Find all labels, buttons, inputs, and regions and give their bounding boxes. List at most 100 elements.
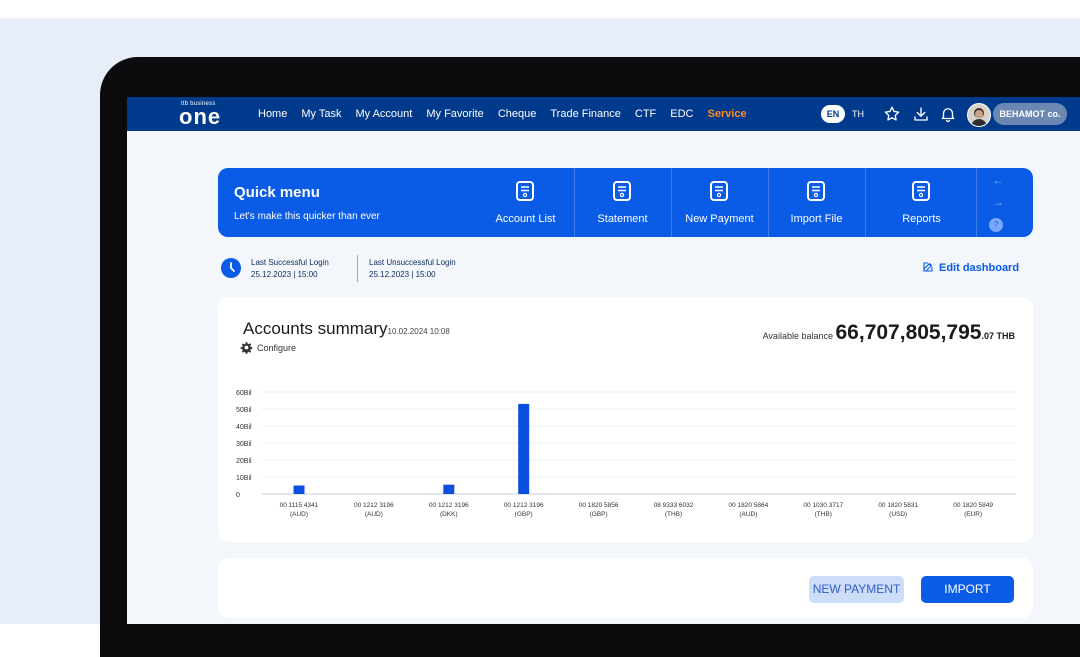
star-icon[interactable] <box>883 105 901 123</box>
app-screen: ttb business one Home My Task My Account… <box>127 97 1080 624</box>
document-icon <box>613 181 631 201</box>
menu-item-edc[interactable]: EDC <box>670 108 693 120</box>
divider <box>865 168 866 237</box>
clock-icon <box>221 258 241 278</box>
x-tick-label: (THB) <box>815 511 832 518</box>
available-balance-label: Available balance <box>762 331 833 341</box>
x-tick-label: (AUD) <box>739 511 757 518</box>
menu-item-my-favorite[interactable]: My Favorite <box>426 108 483 120</box>
gear-icon <box>240 342 253 354</box>
last-successful-login: Last Successful Login 25.12.2023 | 15:00 <box>251 257 329 281</box>
quick-item-reports[interactable]: Reports <box>873 168 970 237</box>
avatar-photo-icon <box>971 108 987 126</box>
x-tick-label: 08 9333 6032 <box>654 502 694 509</box>
y-tick-label: 30Bil <box>236 441 252 448</box>
y-tick-label: 10Bil <box>236 475 252 482</box>
user-avatar[interactable] <box>967 103 991 127</box>
x-tick-label: (USD) <box>889 511 907 518</box>
quick-item-label: Statement <box>597 213 648 225</box>
x-tick-label: 00 1212 3196 <box>504 502 544 509</box>
arrow-left-icon[interactable]: ← <box>992 173 1004 187</box>
x-tick-label: (EUR) <box>964 511 982 518</box>
action-card: NEW PAYMENT IMPORT <box>218 558 1033 618</box>
quick-menu-title: Quick menu <box>234 184 320 201</box>
document-icon <box>516 181 534 201</box>
x-tick-label: 00 1820 5856 <box>579 502 619 509</box>
import-button[interactable]: IMPORT <box>921 576 1014 603</box>
user-name-button[interactable]: BEHAMOT co. <box>993 103 1067 125</box>
y-tick-label: 40Bil <box>236 424 252 431</box>
chart-bar <box>518 403 530 494</box>
language-en-toggle[interactable]: EN <box>821 105 845 123</box>
x-tick-label: (DKK) <box>440 511 458 518</box>
x-tick-label: (GBP) <box>590 511 608 518</box>
edit-dashboard-link[interactable]: Edit dashboard <box>922 261 1019 274</box>
quick-item-account-list[interactable]: Account List <box>477 168 574 237</box>
login-label: Last Successful Login <box>251 258 329 267</box>
login-time: 25.12.2023 | 15:00 <box>251 270 318 279</box>
summary-title: Accounts summary <box>243 319 388 338</box>
summary-title-row: Accounts summary10.02.2024 10:08 <box>243 319 450 339</box>
edit-icon <box>923 262 933 272</box>
y-tick-label: 0 <box>236 492 240 499</box>
quick-menu-panel: Quick menu Let's make this quicker than … <box>218 168 1033 237</box>
configure-button[interactable]: Configure <box>240 341 296 354</box>
language-th-toggle[interactable]: TH <box>852 105 864 123</box>
x-tick-label: 00 1820 5849 <box>953 502 993 509</box>
quick-item-import-file[interactable]: Import File <box>768 168 865 237</box>
hint-icon[interactable]: ? <box>989 218 1003 232</box>
quick-item-label: Account List <box>495 213 556 225</box>
chart-bar <box>443 484 455 494</box>
main-menu: Home My Task My Account My Favorite Cheq… <box>258 97 761 131</box>
quick-item-label: Reports <box>902 213 941 225</box>
x-tick-label: 00 1115 4341 <box>280 502 319 509</box>
x-tick-label: (THB) <box>665 511 682 518</box>
available-balance-cents: .07 THB <box>981 331 1015 341</box>
top-nav: ttb business one Home My Task My Account… <box>127 97 1080 131</box>
logo-text: one <box>179 104 222 129</box>
menu-item-ctf[interactable]: CTF <box>635 108 656 120</box>
menu-item-home[interactable]: Home <box>258 108 287 120</box>
x-tick-label: 00 1212 3196 <box>429 502 469 509</box>
menu-item-service[interactable]: Service <box>708 108 747 120</box>
login-label: Last Unsuccessful Login <box>369 258 456 267</box>
x-tick-label: 00 1820 5831 <box>878 502 918 509</box>
divider <box>357 255 358 282</box>
accounts-summary-card: Accounts summary10.02.2024 10:08 Configu… <box>218 297 1033 542</box>
summary-timestamp: 10.02.2024 10:08 <box>387 327 450 336</box>
document-icon <box>807 181 825 201</box>
y-tick-label: 60Bil <box>236 390 252 397</box>
document-icon <box>912 181 930 201</box>
document-icon <box>710 181 728 201</box>
edit-dashboard-label: Edit dashboard <box>939 262 1020 274</box>
divider <box>976 168 977 237</box>
new-payment-button[interactable]: NEW PAYMENT <box>809 576 904 603</box>
quick-menu-subtitle: Let's make this quicker than ever <box>234 211 380 222</box>
login-time: 25.12.2023 | 15:00 <box>369 270 436 279</box>
quick-item-new-payment[interactable]: New Payment <box>671 168 768 237</box>
menu-item-trade-finance[interactable]: Trade Finance <box>550 108 621 120</box>
x-tick-label: 00 1030 3717 <box>803 502 843 509</box>
x-tick-label: (AUD) <box>365 511 383 518</box>
quick-item-label: Import File <box>790 213 843 225</box>
menu-item-my-task[interactable]: My Task <box>301 108 341 120</box>
last-unsuccessful-login: Last Unsuccessful Login 25.12.2023 | 15:… <box>369 257 456 281</box>
accounts-bar-chart: 0 10Bil 20Bil 30Bil 40Bil 50Bil 60Bil 00 1115 4… <box>236 390 1016 518</box>
download-icon[interactable] <box>912 105 930 123</box>
quick-item-label: New Payment <box>685 213 754 225</box>
arrow-right-icon[interactable]: → <box>992 195 1004 209</box>
configure-label: Configure <box>257 343 297 353</box>
x-tick-label: (AUD) <box>290 511 308 518</box>
bell-icon[interactable] <box>939 105 957 123</box>
quick-item-statement[interactable]: Statement <box>574 168 671 237</box>
available-balance: Available balance 66,707,805,795.07 THB <box>763 321 1015 345</box>
available-balance-value: 66,707,805,795 <box>835 321 982 344</box>
y-tick-label: 20Bil <box>236 458 252 465</box>
brand-logo[interactable]: ttb business one <box>179 101 229 129</box>
x-tick-label: 00 1820 5864 <box>729 502 769 509</box>
y-tick-label: 50Bil <box>236 407 252 414</box>
menu-item-cheque[interactable]: Cheque <box>498 108 537 120</box>
menu-item-my-account[interactable]: My Account <box>355 108 412 120</box>
chart-bar <box>293 485 305 494</box>
x-tick-label: 00 1212 3196 <box>354 502 394 509</box>
